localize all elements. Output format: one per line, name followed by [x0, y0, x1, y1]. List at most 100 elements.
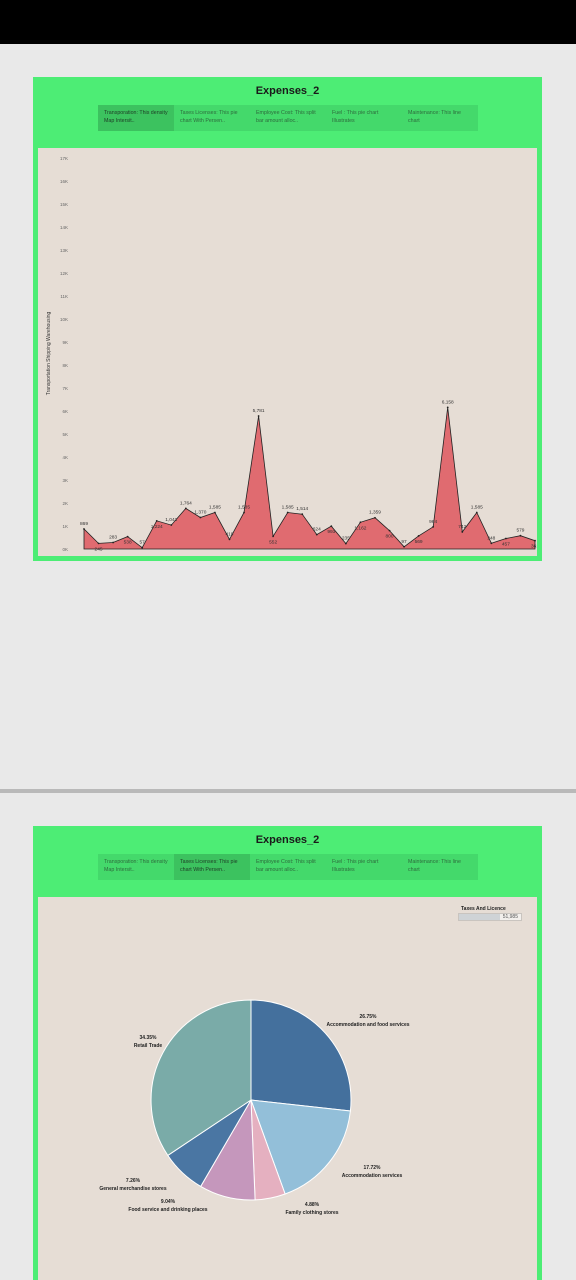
data-point [83, 528, 85, 530]
data-label: 1,162 [354, 525, 366, 531]
y-tick-label: 4K [62, 455, 68, 460]
slice-percent-label: 4.88% [305, 1202, 320, 1208]
slice-category-label: Food service and drinking places [128, 1207, 207, 1213]
slice-category-label: Family clothing stores [285, 1210, 338, 1216]
data-label: 1,585 [238, 505, 250, 511]
y-tick-label: 8K [62, 363, 68, 368]
y-tick-label: 6K [62, 409, 68, 414]
y-tick-label: 17K [60, 156, 68, 161]
tab-fuel[interactable]: Fuel : This pie chart Illustrates [326, 105, 402, 131]
data-point [505, 537, 507, 540]
data-label: 457 [502, 541, 510, 547]
tab-employee-cost[interactable]: Employee Cost: This split bar amount all… [250, 854, 326, 880]
data-label: 248 [487, 535, 495, 541]
data-label: 624 [313, 527, 321, 533]
pie-slice [250, 999, 352, 1112]
y-tick-label: 7K [62, 386, 68, 391]
y-tick-label: 12K [60, 271, 68, 276]
dashboard-title: Expenses_2 [255, 85, 320, 97]
tab-employee-cost[interactable]: Employee Cost: This split bar amount all… [250, 105, 326, 131]
data-point [388, 529, 391, 532]
y-tick-label: 5K [62, 432, 68, 437]
slice-category-label: General merchandise stores [99, 1186, 166, 1192]
legend-range-bar[interactable]: 51,985 [458, 913, 522, 921]
data-point [475, 511, 478, 514]
data-label: 5,781 [253, 408, 265, 414]
y-tick-label: 14K [60, 225, 68, 230]
slice-percent-label: 7.26% [126, 1178, 141, 1184]
chart-panel: 0K 1K 2K 3K 4K 5K 6K 7K 8K 9K 10K 11K 12K 13K 14K 15K 16… [38, 148, 537, 556]
y-axis-label: Transportation Shipping Warehousing [46, 312, 52, 396]
data-point [272, 535, 275, 538]
data-point [97, 542, 100, 545]
data-point [257, 415, 260, 417]
dashboard-expenses-area: Expenses_2 Transporation: This density M… [33, 77, 542, 561]
data-point [374, 516, 376, 519]
area-chart[interactable]: 0K 1K 2K 3K 4K 5K 6K 7K 8K 9K 10K 11K 12K 13K 14K 15K 16… [38, 148, 537, 556]
data-label: 993 [327, 529, 335, 535]
data-label: 1,224 [151, 524, 163, 530]
tab-fuel[interactable]: Fuel : This pie chart Illustrates [326, 854, 402, 880]
tab-transportation[interactable]: Transporation: This density Map Intersit… [98, 105, 174, 131]
data-point [214, 511, 216, 514]
data-label: 579 [516, 528, 524, 534]
data-point [344, 542, 347, 545]
data-point [199, 516, 202, 519]
data-label: 283 [109, 534, 117, 540]
data-point [417, 535, 420, 537]
data-label: 1,514 [296, 506, 308, 512]
data-point [519, 534, 522, 537]
slice-category-label: Accommodation and food services [326, 1022, 409, 1028]
tab-taxes-licenses[interactable]: Taxes Licenses: This pie chart With Pers… [174, 854, 250, 880]
data-point [432, 525, 435, 528]
data-point [243, 511, 245, 514]
data-label: 235 [342, 536, 350, 542]
data-point [286, 511, 289, 514]
data-label: 569 [415, 539, 423, 545]
slice-percent-label: 17.72% [364, 1165, 382, 1171]
y-tick-label: 2K [62, 501, 68, 506]
data-label: 6,158 [442, 399, 454, 405]
data-point [461, 531, 464, 533]
data-point [155, 519, 158, 522]
data-point [170, 524, 173, 526]
y-tick-label: 3K [62, 478, 68, 483]
data-label: 1,585 [282, 505, 294, 511]
data-label: 361 [531, 544, 537, 550]
data-point [141, 546, 144, 549]
data-point [228, 538, 231, 541]
story-tabs: Transporation: This density Map Intersit… [98, 105, 478, 131]
y-tick-label: 16K [60, 179, 68, 184]
status-bar [0, 0, 576, 44]
slice-percent-label: 9.04% [161, 1199, 176, 1205]
data-point [534, 539, 536, 542]
dashboard-title: Expenses_2 [255, 834, 320, 846]
y-tick-label: 1K [62, 524, 68, 529]
data-label: 1,370 [194, 509, 206, 515]
data-label: 869 [80, 521, 88, 527]
data-point [490, 542, 493, 545]
data-point [315, 533, 318, 536]
tab-taxes-licenses[interactable]: Taxes Licenses: This pie chart With Pers… [174, 105, 250, 131]
data-label: 1,585 [209, 505, 221, 511]
tab-transportation[interactable]: Transporation: This density Map Intersit… [98, 854, 174, 880]
legend-value: 51,985 [502, 914, 518, 920]
slice-category-label: Retail Trade [134, 1043, 163, 1049]
tab-maintenance[interactable]: Maintenance: This line chart [402, 854, 478, 880]
data-point [184, 507, 187, 510]
pie-chart[interactable]: 26.75% Accommodation and food services 17.… [38, 897, 537, 1280]
y-tick-label: 15K [60, 202, 68, 207]
data-point [359, 521, 362, 524]
data-label: 1,359 [369, 510, 381, 516]
data-label: 552 [269, 539, 277, 545]
data-label: 1,585 [471, 505, 483, 511]
data-label: 964 [429, 519, 437, 525]
data-label: 538 [124, 540, 132, 546]
y-tick-label: 13K [60, 248, 68, 253]
y-tick-label: 10K [60, 317, 68, 322]
y-tick-label: 0K [62, 547, 68, 552]
legend-fill [459, 914, 500, 920]
page-divider [0, 789, 576, 793]
tab-maintenance[interactable]: Maintenance: This line chart [402, 105, 478, 131]
data-label: 97 [401, 539, 407, 545]
